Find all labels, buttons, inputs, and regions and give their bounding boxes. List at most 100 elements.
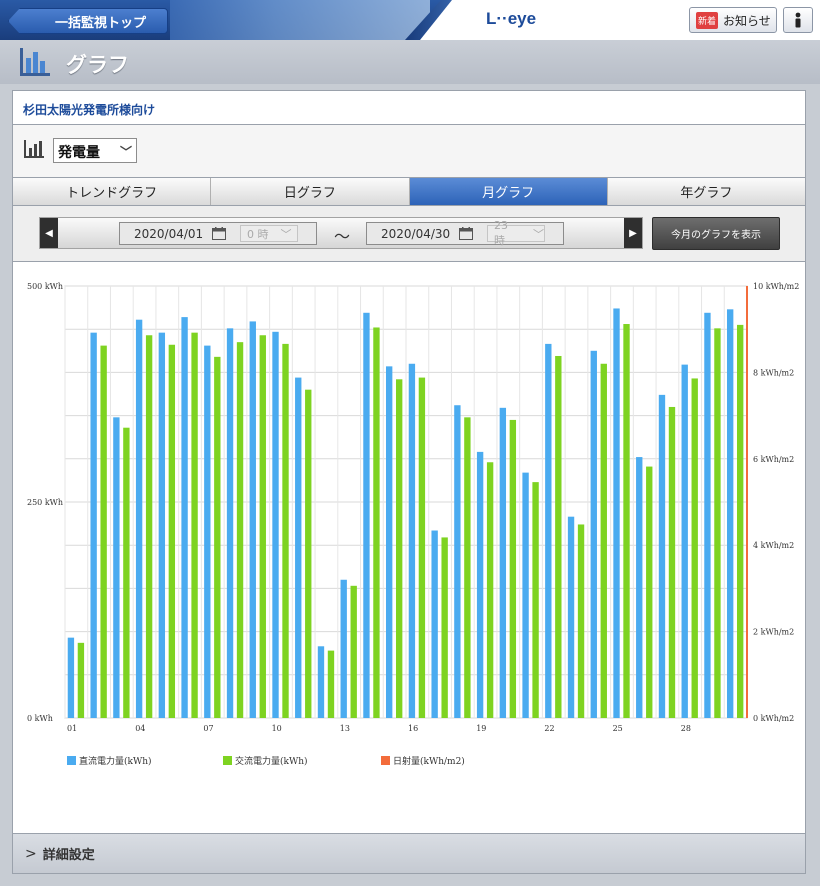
- x-axis-tick-label: 28: [681, 724, 691, 733]
- ac-energy-bar: [600, 363, 607, 718]
- legend-label: 交流電力量(kWh): [235, 755, 308, 767]
- ac-energy-bar: [214, 356, 221, 718]
- chevron-down-icon: ﹀: [533, 227, 544, 241]
- back-to-overview-button[interactable]: 一括監視トップ: [8, 8, 168, 34]
- x-axis-tick-label: 25: [613, 724, 623, 733]
- x-axis-tick-label: 22: [544, 724, 554, 733]
- leye-logo: L··eye: [486, 9, 537, 28]
- ac-energy-bar: [464, 417, 471, 718]
- graph-panel: 杉田太陽光発電所様向け 発電量 ﹀ トレンドグラフ 日グラフ 月グラフ 年グラフ…: [12, 90, 806, 874]
- ac-energy-bar: [145, 335, 153, 718]
- tab-label: 日グラフ: [283, 186, 336, 201]
- ac-energy-bar: [714, 328, 721, 718]
- date-range-row: ◀ 2020/04/01 0 時 ﹀ 〜 2020/04/30 23 時 ﹀ ▶…: [13, 206, 805, 262]
- x-axis-tick-label: 07: [203, 724, 213, 733]
- legend-swatch: [381, 756, 390, 765]
- to-date-field[interactable]: 2020/04/30 23 時 ﹀: [366, 219, 564, 247]
- metric-select-value: 発電量: [58, 145, 100, 161]
- graph-tabs: トレンドグラフ 日グラフ 月グラフ 年グラフ: [13, 177, 805, 206]
- chevron-right-icon: >: [25, 845, 37, 862]
- dc-energy-bar: [204, 345, 211, 718]
- show-this-month-label: 今月のグラフを表示: [671, 230, 761, 241]
- left-axis-tick-label: 0 kWh: [27, 714, 53, 723]
- tab-label: トレンドグラフ: [66, 186, 158, 201]
- header-banner-sky: [170, 0, 430, 40]
- dc-energy-bar: [431, 530, 438, 718]
- dc-energy-bar: [408, 363, 416, 718]
- tab-trend-graph[interactable]: トレンドグラフ: [13, 178, 212, 205]
- date-range-bar: ◀ 2020/04/01 0 時 ﹀ 〜 2020/04/30 23 時 ﹀ ▶: [39, 217, 643, 249]
- details-settings-label: 詳細設定: [42, 848, 95, 863]
- left-axis-tick-label: 250 kWh: [27, 498, 63, 507]
- ac-energy-bar: [555, 355, 562, 718]
- dc-energy-bar: [476, 451, 484, 718]
- tab-yearly-graph[interactable]: 年グラフ: [607, 178, 805, 205]
- tab-label: 年グラフ: [680, 186, 733, 201]
- ac-energy-bar: [486, 462, 494, 718]
- dc-energy-bar: [636, 457, 643, 718]
- dc-energy-bar: [590, 350, 597, 718]
- ac-energy-bar: [259, 335, 266, 718]
- dc-energy-bar: [545, 343, 552, 718]
- user-icon: [795, 12, 801, 28]
- calendar-icon[interactable]: [212, 227, 226, 240]
- x-axis-tick-label: 01: [67, 724, 77, 733]
- metric-selector-row: 発電量 ﹀: [13, 125, 805, 177]
- dc-energy-bar: [522, 472, 529, 718]
- top-bar: 一括監視トップ L··eye 新着 お知らせ: [0, 0, 820, 40]
- bar-chart-icon: [24, 140, 44, 158]
- calendar-icon[interactable]: [459, 227, 473, 240]
- next-period-button[interactable]: ▶: [624, 218, 642, 248]
- tab-monthly-graph[interactable]: 月グラフ: [409, 178, 608, 205]
- dc-energy-bar: [363, 312, 370, 718]
- x-axis-tick-label: 13: [340, 724, 350, 733]
- prev-period-button[interactable]: ◀: [40, 218, 58, 248]
- metric-select[interactable]: 発電量 ﹀: [53, 138, 137, 163]
- legend-swatch: [223, 756, 232, 765]
- x-axis-tick-label: 10: [272, 724, 282, 733]
- dc-energy-bar: [158, 332, 166, 718]
- graph-icon: [20, 48, 50, 76]
- ac-energy-bar: [350, 585, 357, 718]
- ac-energy-bar: [236, 342, 244, 718]
- ac-energy-bar: [691, 378, 698, 718]
- dc-energy-bar: [567, 516, 575, 718]
- tab-label: 月グラフ: [482, 186, 535, 201]
- details-settings-toggle[interactable]: > 詳細設定: [13, 833, 805, 873]
- from-date-field[interactable]: 2020/04/01 0 時 ﹀: [119, 222, 317, 245]
- to-hour-select[interactable]: 23 時 ﹀: [487, 219, 545, 247]
- ac-energy-bar: [418, 377, 426, 718]
- monthly-bar-chart: 0 kWh 250 kWh 500 kWh 0 kWh/m2 2 kWh/m2 4 kWh…: [27, 282, 799, 767]
- notice-button[interactable]: 新着 お知らせ: [689, 7, 777, 33]
- dc-energy-bar: [681, 364, 688, 718]
- from-date-value: 2020/04/01: [134, 226, 204, 241]
- dc-energy-bar: [67, 637, 75, 718]
- ac-energy-bar: [305, 389, 312, 718]
- ac-energy-bar: [623, 324, 630, 718]
- back-button-label: 一括監視トップ: [55, 15, 147, 31]
- dc-energy-bar: [317, 646, 325, 718]
- ac-energy-bar: [123, 427, 130, 718]
- ac-energy-bar: [77, 642, 85, 718]
- x-axis-tick-label: 04: [135, 724, 145, 733]
- from-hour-select[interactable]: 0 時 ﹀: [240, 225, 298, 242]
- from-hour-value: 0 時: [247, 227, 269, 241]
- ac-energy-bar: [327, 650, 335, 718]
- chevron-down-icon: ﹀: [119, 145, 132, 159]
- ac-energy-bar: [577, 524, 585, 718]
- dc-energy-bar: [613, 308, 620, 718]
- legend-label: 直流電力量(kWh): [79, 755, 152, 767]
- dc-energy-bar: [454, 405, 461, 718]
- dc-energy-bar: [272, 331, 279, 718]
- right-axis-tick-label: 0 kWh/m2: [753, 714, 794, 723]
- legend-label: 日射量(kWh/m2): [393, 755, 465, 767]
- dc-energy-bar: [249, 321, 256, 718]
- tab-daily-graph[interactable]: 日グラフ: [211, 178, 410, 205]
- show-this-month-button[interactable]: 今月のグラフを表示: [652, 217, 780, 250]
- monthly-chart-area: 0 kWh 250 kWh 500 kWh 0 kWh/m2 2 kWh/m2 4 kWh…: [13, 263, 805, 833]
- ac-energy-bar: [532, 482, 539, 718]
- ac-energy-bar: [441, 537, 448, 718]
- right-axis-tick-label: 6 kWh/m2: [753, 455, 794, 464]
- right-axis-tick-label: 2 kWh/m2: [753, 628, 794, 637]
- user-button[interactable]: [783, 7, 813, 33]
